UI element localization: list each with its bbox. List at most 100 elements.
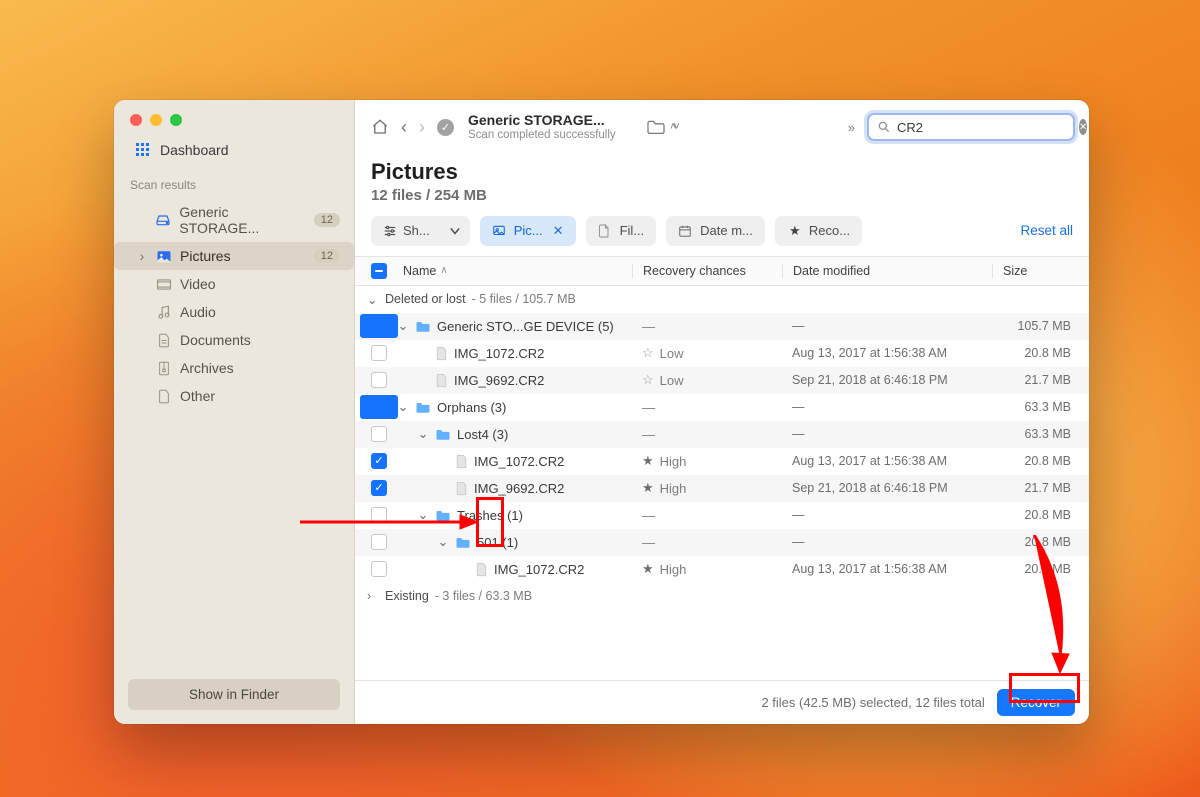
count-badge: 12: [314, 249, 340, 263]
sidebar-item-documents[interactable]: Documents: [114, 326, 354, 354]
col-recovery[interactable]: Recovery chances: [632, 264, 782, 278]
filter-date[interactable]: Date m...: [666, 216, 765, 246]
footer: 2 files (42.5 MB) selected, 12 files tot…: [355, 680, 1089, 724]
sliders-icon: [383, 224, 397, 238]
page-subtitle: 12 files / 254 MB: [371, 187, 1073, 204]
table-row[interactable]: IMG_9692.CR2☆LowSep 21, 2018 at 6:46:18 …: [355, 367, 1089, 394]
row-checkbox[interactable]: [371, 507, 387, 523]
row-label: IMG_1072.CR2: [494, 562, 584, 577]
filter-show[interactable]: Sh...: [371, 216, 470, 246]
row-checkbox[interactable]: [371, 480, 387, 496]
recover-button[interactable]: Recover: [997, 689, 1075, 716]
page-heading: Pictures 12 files / 254 MB: [355, 151, 1089, 214]
sidebar-item-pictures[interactable]: ›Pictures12: [114, 242, 354, 270]
nav-back[interactable]: ‹: [401, 117, 407, 138]
sidebar-dashboard[interactable]: Dashboard: [114, 136, 354, 174]
disk-icon: [155, 214, 171, 226]
sidebar-item-label: Documents: [180, 332, 251, 348]
nav-forward[interactable]: ›: [419, 117, 425, 138]
maximize-window[interactable]: [170, 114, 182, 126]
row-label: 501 (1): [477, 535, 518, 550]
home-icon[interactable]: [371, 118, 389, 136]
row-label: IMG_9692.CR2: [454, 373, 544, 388]
col-size[interactable]: Size: [992, 264, 1077, 278]
search-field[interactable]: ✕: [867, 113, 1075, 141]
row-checkbox[interactable]: [371, 534, 387, 550]
table-row[interactable]: ⌄501 (1)——20.8 MB: [355, 529, 1089, 556]
table-row[interactable]: IMG_1072.CR2★HighAug 13, 2017 at 1:56:38…: [355, 556, 1089, 583]
table-row[interactable]: ⌄Orphans (3)——63.3 MB: [355, 394, 1089, 421]
filter-date-label: Date m...: [700, 223, 753, 238]
row-date: —: [782, 535, 992, 549]
table-row[interactable]: IMG_9692.CR2★HighSep 21, 2018 at 6:46:18…: [355, 475, 1089, 502]
table-header: Name ∧ Recovery chances Date modified Si…: [355, 256, 1089, 286]
row-size: 105.7 MB: [992, 319, 1077, 333]
filter-filetype[interactable]: Fil...: [586, 216, 657, 246]
filter-filetype-label: Fil...: [620, 223, 645, 238]
row-size: 20.8 MB: [992, 454, 1077, 468]
filter-pictures-label: Pic...: [514, 223, 543, 238]
sidebar-item-archives[interactable]: Archives: [114, 354, 354, 382]
clear-search-icon[interactable]: ✕: [1079, 119, 1087, 135]
picture-icon: [492, 224, 508, 238]
row-checkbox[interactable]: [371, 345, 387, 361]
overflow-icon[interactable]: »: [848, 120, 855, 135]
section-header[interactable]: ⌄Deleted or lost - 5 files / 105.7 MB: [355, 286, 1089, 313]
close-window[interactable]: [130, 114, 142, 126]
table-row[interactable]: ⌄Generic STO...GE DEVICE (5)——105.7 MB: [355, 313, 1089, 340]
filter-recovery[interactable]: ★ Reco...: [775, 216, 862, 246]
table-row[interactable]: ⌄Lost4 (3)——63.3 MB: [355, 421, 1089, 448]
reset-filters[interactable]: Reset all: [1020, 223, 1073, 238]
search-input[interactable]: [897, 120, 1073, 135]
show-in-finder-button[interactable]: Show in Finder: [128, 679, 340, 710]
row-label: IMG_9692.CR2: [474, 481, 564, 496]
section-meta: - 5 files / 105.7 MB: [472, 292, 576, 306]
sidebar-item-generic-storage-[interactable]: Generic STORAGE...12: [114, 198, 354, 242]
chevron-down-icon[interactable]: ⌄: [417, 426, 429, 442]
picture-icon: [156, 250, 172, 263]
row-label: Trashes (1): [457, 508, 523, 523]
folder-selector[interactable]: ˄˅: [646, 119, 677, 135]
row-size: 21.7 MB: [992, 481, 1077, 495]
file-icon: [435, 346, 448, 361]
star-outline-icon: ☆: [642, 345, 654, 361]
close-icon[interactable]: ✕: [553, 223, 564, 239]
row-checkbox[interactable]: [371, 426, 387, 442]
table-row[interactable]: IMG_1072.CR2★HighAug 13, 2017 at 1:56:38…: [355, 448, 1089, 475]
select-all-checkbox[interactable]: [371, 263, 387, 279]
filter-show-label: Sh...: [403, 223, 430, 238]
updown-icon: ˄˅: [670, 121, 677, 133]
chevron-down-icon[interactable]: ⌄: [417, 507, 429, 523]
row-size: 63.3 MB: [992, 427, 1077, 441]
row-checkbox[interactable]: [371, 561, 387, 577]
col-date[interactable]: Date modified: [782, 264, 992, 278]
row-date: —: [782, 400, 992, 414]
row-checkbox[interactable]: [371, 453, 387, 469]
arch-icon: [156, 361, 172, 376]
chevron-down-icon[interactable]: ⌄: [397, 399, 409, 415]
scan-complete-icon: ✓: [437, 119, 454, 136]
sidebar-item-other[interactable]: Other: [114, 382, 354, 410]
chevron-down-icon[interactable]: ⌄: [397, 318, 409, 334]
table-row[interactable]: IMG_1072.CR2☆LowAug 13, 2017 at 1:56:38 …: [355, 340, 1089, 367]
device-title: Generic STORAGE...: [468, 112, 628, 129]
row-checkbox[interactable]: [371, 372, 387, 388]
section-header[interactable]: ›Existing - 3 files / 63.3 MB: [355, 583, 1089, 609]
sidebar-item-video[interactable]: Video: [114, 270, 354, 298]
sidebar-item-audio[interactable]: Audio: [114, 298, 354, 326]
sidebar-item-label: Other: [180, 388, 215, 404]
section-title: Existing: [385, 589, 429, 603]
filter-pictures[interactable]: Pic... ✕: [480, 216, 576, 246]
sidebar: Dashboard Scan results Generic STORAGE..…: [114, 100, 355, 724]
col-name[interactable]: Name ∧: [391, 264, 632, 278]
row-date: Sep 21, 2018 at 6:46:18 PM: [782, 373, 992, 387]
table-row[interactable]: ⌄Trashes (1)——20.8 MB: [355, 502, 1089, 529]
file-icon: [435, 373, 448, 388]
row-size: 20.8 MB: [992, 562, 1077, 576]
chevron-down-icon[interactable]: ⌄: [437, 534, 449, 550]
main-pane: ‹ › ✓ Generic STORAGE... Scan completed …: [355, 100, 1089, 724]
chevron-down-icon: ⌄: [367, 292, 379, 307]
filter-show-dropdown[interactable]: [440, 216, 470, 246]
minimize-window[interactable]: [150, 114, 162, 126]
section-meta: - 3 files / 63.3 MB: [435, 589, 532, 603]
